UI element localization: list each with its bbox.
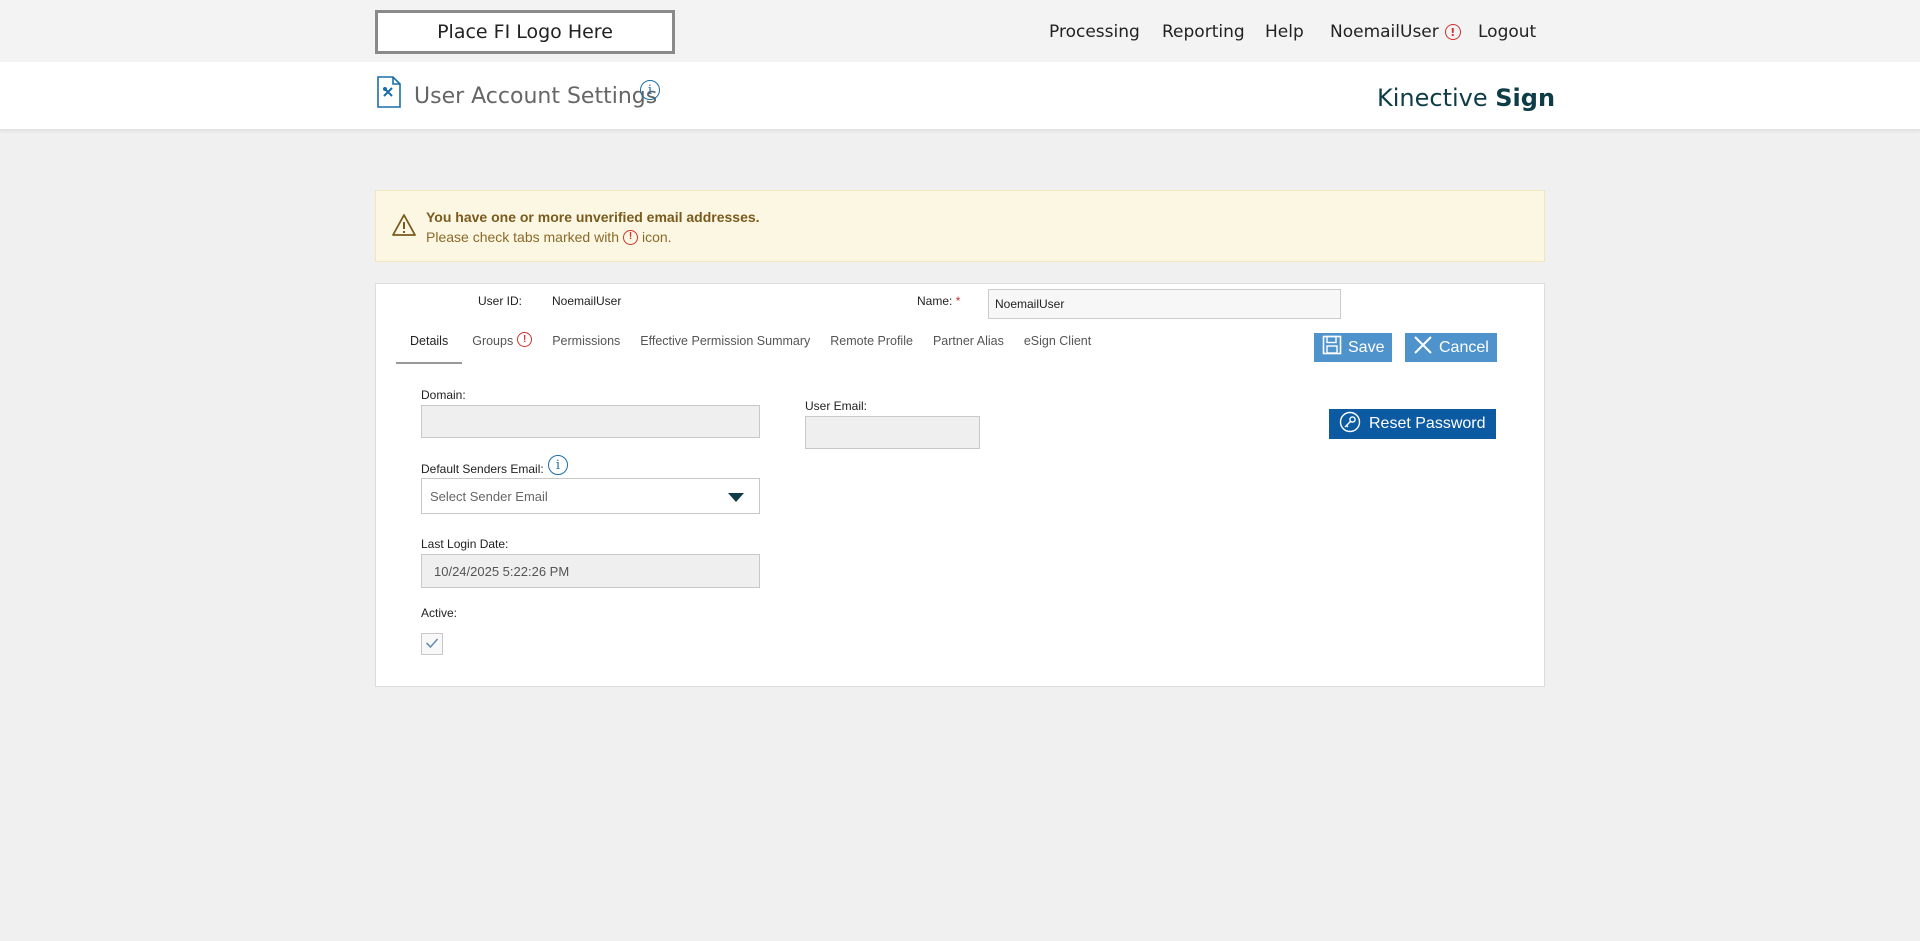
tab-label: Partner Alias — [932, 334, 1004, 348]
tab-label: Permissions — [552, 334, 621, 348]
tab-esign-client[interactable]: eSign Client — [1014, 332, 1101, 364]
page-title: User Account Settings — [414, 84, 658, 109]
default-senders-email-select[interactable]: Select Sender Email — [421, 478, 760, 514]
domain-field — [421, 405, 760, 438]
top-navigation: Place FI Logo Here Processing Reporting … — [0, 0, 1920, 62]
domain-label: Domain: — [421, 388, 466, 402]
tab-label: Remote Profile — [830, 334, 913, 348]
close-icon — [1413, 335, 1433, 360]
nav-logout[interactable]: Logout — [1478, 22, 1536, 42]
settings-tabs: Details Groups ! Permissions Effective P… — [396, 332, 1101, 364]
tab-label: Details — [410, 334, 449, 348]
chevron-down-icon — [728, 493, 744, 502]
tab-label: Effective Permission Summary — [640, 334, 811, 348]
key-icon — [1339, 411, 1361, 438]
nav-username: NoemailUser — [1330, 22, 1439, 42]
tab-permissions[interactable]: Permissions — [542, 332, 630, 364]
user-id-label: User ID: — [478, 294, 523, 308]
brand-name-light: Kinective — [1377, 84, 1488, 112]
default-senders-email-label: Default Senders Email: — [421, 462, 544, 476]
brand-logo: Kinective Sign — [1377, 84, 1555, 112]
user-settings-icon — [376, 76, 402, 113]
nav-processing[interactable]: Processing — [1049, 22, 1140, 42]
select-placeholder: Select Sender Email — [430, 489, 548, 504]
required-marker: * — [955, 294, 961, 308]
user-email-field — [805, 416, 980, 449]
save-icon — [1322, 335, 1342, 360]
alert-icon: ! — [1444, 24, 1461, 40]
tab-partner-alias[interactable]: Partner Alias — [923, 332, 1014, 364]
user-email-label: User Email: — [805, 399, 868, 413]
tab-groups[interactable]: Groups ! — [462, 332, 542, 364]
tab-label: Groups — [472, 334, 514, 348]
tab-remote-profile[interactable]: Remote Profile — [820, 332, 923, 364]
nav-reporting[interactable]: Reporting — [1162, 22, 1245, 42]
nav-help[interactable]: Help — [1265, 22, 1304, 42]
nav-user-menu[interactable]: NoemailUser ! — [1330, 22, 1461, 42]
warning-text-after: icon. — [641, 229, 672, 245]
tab-details[interactable]: Details — [396, 332, 463, 364]
active-label: Active: — [421, 606, 458, 620]
warning-title: You have one or more unverified email ad… — [426, 209, 760, 225]
warning-text: Please check tabs marked with ! icon. — [426, 229, 672, 245]
page-header: User Account Settings i Kinective Sign — [0, 62, 1920, 130]
user-id-value: NoemailUser — [552, 294, 622, 308]
alert-icon: ! — [517, 332, 533, 347]
reset-password-button[interactable]: Reset Password — [1329, 409, 1496, 439]
checkmark-icon — [425, 636, 439, 652]
brand-name-bold: Sign — [1495, 84, 1556, 112]
name-input[interactable] — [988, 289, 1341, 319]
last-login-date-label: Last Login Date: — [421, 537, 509, 551]
tab-label: eSign Client — [1023, 334, 1092, 348]
tab-effective-permission-summary[interactable]: Effective Permission Summary — [630, 332, 820, 364]
unverified-email-warning: You have one or more unverified email ad… — [375, 190, 1545, 262]
info-icon[interactable]: i — [640, 80, 660, 100]
warning-text-before: Please check tabs marked with — [426, 229, 619, 245]
reset-password-label: Reset Password — [1369, 415, 1486, 432]
cancel-button[interactable]: Cancel — [1405, 333, 1497, 362]
user-details-panel: User ID: NoemailUser Name: * Details Gro… — [375, 283, 1545, 687]
warning-icon — [391, 213, 417, 242]
last-login-date-field: 10/24/2025 5:22:26 PM — [421, 554, 760, 588]
active-checkbox[interactable] — [421, 633, 443, 655]
save-label: Save — [1348, 338, 1385, 356]
save-button[interactable]: Save — [1314, 333, 1393, 362]
name-label-text: Name: — [917, 294, 953, 308]
info-icon[interactable]: i — [548, 455, 568, 475]
name-label: Name: * — [917, 294, 960, 308]
alert-icon: ! — [622, 229, 638, 245]
cancel-label: Cancel — [1439, 338, 1489, 356]
logo-placeholder: Place FI Logo Here — [375, 10, 675, 54]
